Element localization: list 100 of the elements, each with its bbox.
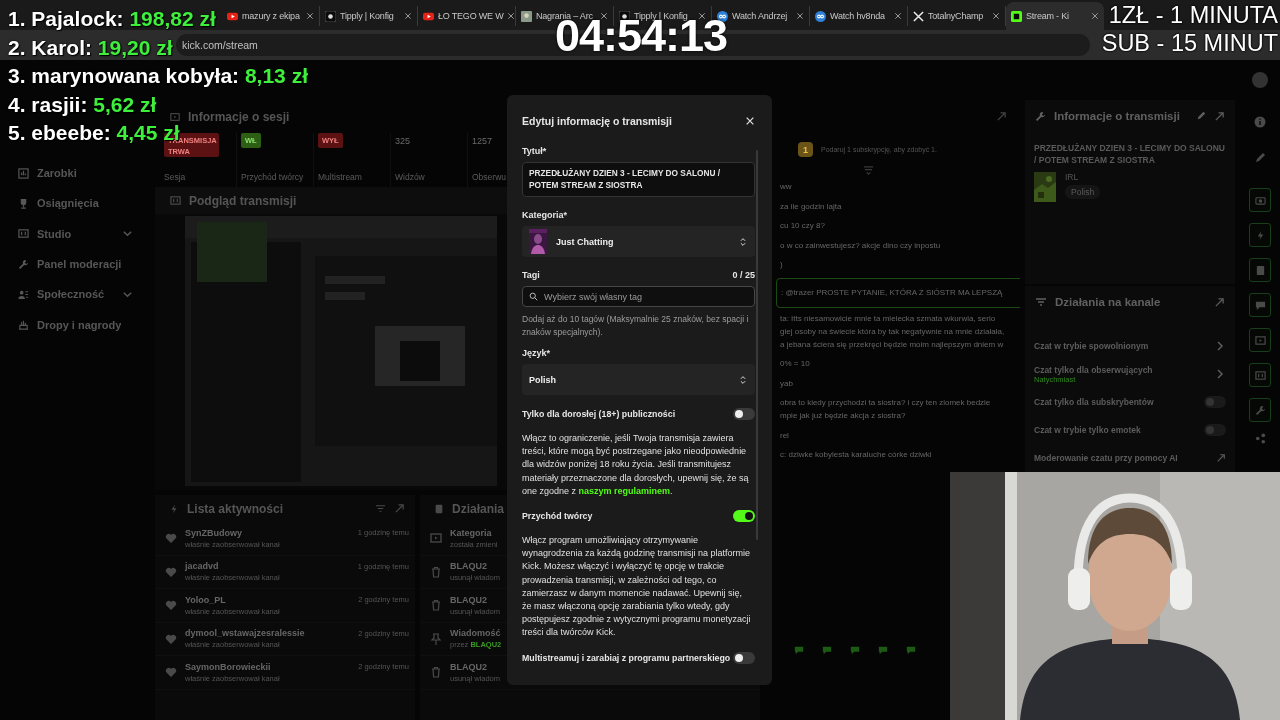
- browser-tab[interactable]: ŁO TEGO WE W: [418, 6, 516, 26]
- popout-icon[interactable]: [394, 503, 405, 514]
- heart-icon: [165, 632, 177, 645]
- note-button[interactable]: [1249, 258, 1271, 282]
- chat-message: c: dziwke kobylesta karaluche córke dziwki: [779, 449, 933, 461]
- share-icon[interactable]: [1254, 433, 1266, 444]
- avatar[interactable]: [1252, 72, 1268, 88]
- popout-icon[interactable]: [1216, 453, 1226, 463]
- search-icon: [529, 292, 538, 301]
- field-label: Tagi: [522, 270, 540, 280]
- username: Yoloo_PL: [185, 594, 226, 605]
- close-icon[interactable]: [404, 12, 412, 20]
- popout-icon[interactable]: [996, 111, 1007, 122]
- emote-icon[interactable]: [822, 645, 832, 655]
- close-icon[interactable]: [600, 12, 608, 20]
- wrench-button[interactable]: [1249, 398, 1271, 422]
- username: dymool_wstawajzesralessie: [185, 628, 305, 639]
- lightning-icon: [169, 503, 179, 514]
- emote-icon[interactable]: [878, 645, 888, 655]
- play-button[interactable]: [1249, 328, 1271, 352]
- screen-icon: [170, 195, 181, 206]
- emote-icon[interactable]: [850, 645, 860, 655]
- trophy-icon: [18, 197, 29, 209]
- tag-count: 0 / 25: [732, 270, 755, 280]
- action-title: BLAQU2: [450, 561, 487, 572]
- close-icon[interactable]: [894, 12, 902, 20]
- username: jacadvd: [185, 561, 219, 572]
- tag-search-field[interactable]: Wybierz swój własny tag: [522, 286, 755, 307]
- chat-message: 0% = 10: [779, 358, 811, 370]
- overlay-text: SUB - 15 MINUT: [1101, 29, 1278, 57]
- toggle-switch[interactable]: [1204, 424, 1226, 436]
- browser-tab[interactable]: Watch hv8nda: [810, 6, 908, 26]
- close-icon[interactable]: [992, 12, 1000, 20]
- heart-icon: [165, 666, 177, 679]
- emote-icon[interactable]: [794, 645, 804, 655]
- browser-tab[interactable]: Tipply | Konfig: [320, 6, 418, 26]
- screen-button[interactable]: [1249, 363, 1271, 387]
- close-icon[interactable]: [796, 12, 804, 20]
- stat-label: Multistream: [318, 172, 363, 184]
- chat-message: za ile godzin lajta: [779, 200, 843, 213]
- stat-value: 1257: [472, 135, 494, 146]
- thumbnail-icon: [521, 10, 532, 22]
- toggle-switch[interactable]: [733, 510, 755, 522]
- emote-icon[interactable]: [906, 645, 916, 655]
- close-icon[interactable]: [698, 12, 706, 20]
- title-field[interactable]: PRZEDŁUŻANY DZIEN 3 - LECIMY DO SALONU / POTEM STREAM Z SIOSTRA: [522, 162, 755, 197]
- stat-label: Przychód twórcy: [241, 172, 305, 184]
- dropdown[interactable]: Polish: [522, 364, 755, 395]
- dropdown[interactable]: Just Chatting: [522, 226, 755, 257]
- screen-icon: [1254, 369, 1266, 381]
- toggle-switch[interactable]: [733, 651, 755, 664]
- chevron-right-icon[interactable]: [1214, 368, 1226, 380]
- close-icon[interactable]: [306, 12, 314, 20]
- cross-icon: [913, 10, 924, 22]
- browser-tab[interactable]: mazury z ekipa: [222, 6, 320, 26]
- popout-icon[interactable]: [1214, 296, 1225, 308]
- collapse-icon[interactable]: [863, 165, 874, 176]
- gift-icon: [18, 319, 29, 331]
- category-name: IRL: [1065, 172, 1080, 182]
- link-icon: [717, 10, 728, 22]
- list-icon: [1035, 296, 1047, 308]
- chat-message: o w co zainwestujesz? akcje dino czy inpostu: [779, 239, 942, 252]
- wrench-icon: [1035, 110, 1046, 122]
- people-icon: [18, 288, 29, 300]
- wrench-icon: [1254, 404, 1266, 416]
- chat-button[interactable]: [1249, 293, 1271, 317]
- popout-icon[interactable]: [1214, 110, 1225, 122]
- toggle-switch[interactable]: [1204, 396, 1226, 408]
- close-icon[interactable]: [507, 12, 516, 20]
- info-icon[interactable]: [1254, 116, 1266, 128]
- stat-label: Widzów: [395, 172, 426, 184]
- sort-icon: [738, 236, 748, 247]
- heart-icon: [165, 599, 177, 612]
- close-icon[interactable]: [1091, 12, 1099, 20]
- pencil-icon[interactable]: [1196, 111, 1206, 121]
- play-icon: [1254, 334, 1266, 346]
- chevron-right-icon[interactable]: [1214, 340, 1226, 352]
- screen-icon: [18, 228, 29, 240]
- chat-message: yab: [779, 377, 794, 390]
- close-button[interactable]: [745, 116, 755, 126]
- pencil-icon[interactable]: [1254, 152, 1266, 164]
- camera-icon: [1254, 194, 1266, 206]
- username: SynZBudowy: [185, 527, 242, 538]
- language-tag: Polish: [1065, 185, 1101, 199]
- chat-message: ww: [779, 181, 793, 193]
- action-title: Kategoria: [450, 527, 492, 538]
- filter-icon[interactable]: [375, 503, 386, 514]
- lightning-button[interactable]: [1249, 223, 1271, 247]
- chat-message: obra to kiedy przychodzi ta siostra? i czy ten ziomek bedzie mpie jak już będzie akcja z siostra?: [779, 397, 992, 422]
- action-title: Wiadomość: [450, 628, 501, 639]
- panel-title: Działania na kanale: [1055, 296, 1161, 308]
- browser-tab[interactable]: Stream - Ki: [1006, 2, 1104, 30]
- broadcast-icon: [170, 111, 180, 122]
- chat-icon: [1254, 299, 1266, 311]
- toggle-switch[interactable]: [733, 408, 755, 420]
- leaderboard-entry: 2. Karol: 19,20 zł: [8, 34, 173, 61]
- trash-icon: [430, 565, 442, 578]
- stat-label: Sesja: [164, 172, 187, 184]
- badge-count: 1: [798, 142, 813, 157]
- camera-button[interactable]: [1249, 188, 1271, 212]
